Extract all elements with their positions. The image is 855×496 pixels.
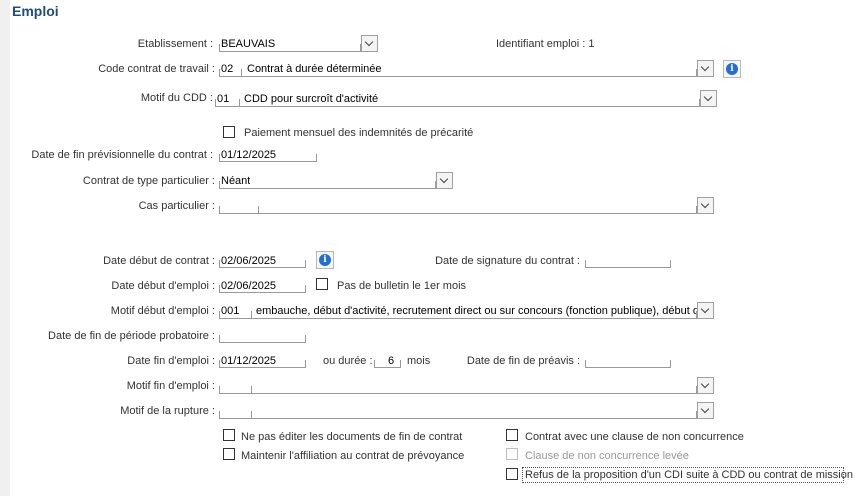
- refus-cdi-checkbox[interactable]: [506, 468, 518, 480]
- motif-cdd-label: Motif du CDD :: [140, 92, 213, 104]
- info-icon: i: [726, 63, 738, 75]
- duree-input[interactable]: 6: [374, 352, 402, 368]
- pas-de-bulletin-checkbox[interactable]: [316, 278, 328, 290]
- pas-de-bulletin-label: Pas de bulletin le 1er mois: [337, 280, 467, 292]
- motif-cdd-separator: [239, 99, 240, 107]
- code-contrat-underline: [219, 69, 697, 77]
- duree-underline: [374, 360, 401, 368]
- date-fin-preavis-input[interactable]: [585, 352, 672, 368]
- date-signature-underline: [585, 260, 671, 268]
- code-contrat-info-button[interactable]: i: [723, 60, 741, 78]
- code-contrat-select[interactable]: 02 Contrat à durée déterminée: [219, 60, 716, 78]
- motif-fin-emploi-separator: [251, 386, 252, 394]
- date-signature-input[interactable]: [585, 252, 672, 268]
- cas-particulier-label: Cas particulier :: [138, 200, 215, 212]
- date-fin-preavis-label: Date de fin de préavis :: [466, 355, 580, 367]
- motif-debut-emploi-underline: [219, 311, 697, 319]
- date-fin-emploi-input[interactable]: 01/12/2025: [219, 352, 307, 368]
- etablissement-underline: [219, 44, 361, 52]
- date-debut-emploi-input[interactable]: 02/06/2025: [219, 277, 307, 293]
- maintenir-affiliation-label: Maintenir l'affiliation au contrat de pr…: [241, 450, 465, 462]
- cas-particulier-dropdown-button[interactable]: [697, 197, 714, 214]
- code-contrat-label: Code contrat de travail :: [98, 63, 215, 75]
- motif-rupture-underline: [219, 411, 697, 419]
- date-fin-previsionnelle-underline: [219, 154, 317, 162]
- motif-cdd-select[interactable]: 01 CDD pour surcroît d'activité: [215, 90, 718, 108]
- code-contrat-separator: [241, 69, 242, 77]
- clause-levee-checkbox[interactable]: [506, 448, 518, 460]
- contrat-type-particulier-label: Contrat de type particulier :: [82, 175, 215, 187]
- motif-debut-emploi-dropdown-button[interactable]: [697, 302, 714, 319]
- date-debut-emploi-label: Date début d'emploi :: [111, 280, 215, 292]
- date-signature-label: Date de signature du contrat :: [435, 255, 580, 267]
- date-fin-emploi-underline: [219, 360, 306, 368]
- motif-cdd-underline: [215, 99, 700, 107]
- date-fin-periode-probatoire-underline: [219, 335, 306, 343]
- date-fin-previsionnelle-input[interactable]: 01/12/2025: [219, 146, 318, 162]
- motif-debut-emploi-label: Motif début d'emploi :: [110, 305, 215, 317]
- identifiant-emploi: Identifiant emploi : 1: [496, 38, 595, 50]
- motif-rupture-separator: [251, 411, 252, 419]
- contrat-type-particulier-dropdown-button[interactable]: [436, 172, 453, 189]
- code-contrat-dropdown-button[interactable]: [697, 60, 714, 77]
- paiement-mensuel-checkbox[interactable]: [223, 126, 235, 138]
- motif-fin-emploi-label: Motif fin d'emploi :: [126, 380, 215, 392]
- date-debut-contrat-label: Date début de contrat :: [103, 255, 215, 267]
- motif-rupture-select[interactable]: [219, 402, 716, 420]
- date-debut-emploi-underline: [219, 285, 306, 293]
- date-fin-periode-probatoire-input[interactable]: [219, 327, 307, 343]
- clause-non-concurrence-label: Contrat avec une clause de non concurren…: [525, 431, 744, 443]
- etablissement-select[interactable]: BEAUVAIS: [219, 35, 381, 53]
- ou-duree-label: ou durée :: [323, 355, 373, 367]
- clause-levee-label: Clause de non concurrence levée: [525, 450, 689, 462]
- date-fin-preavis-underline: [585, 360, 671, 368]
- paiement-mensuel-label: Paiement mensuel des indemnités de préca…: [244, 127, 474, 139]
- date-fin-periode-probatoire-label: Date de fin de période probatoire :: [48, 330, 215, 342]
- etablissement-dropdown-button[interactable]: [361, 35, 378, 52]
- ne-pas-editer-label: Ne pas éditer les documents de fin de co…: [241, 431, 463, 443]
- date-debut-contrat-input[interactable]: 02/06/2025: [219, 252, 307, 268]
- motif-rupture-dropdown-button[interactable]: [697, 402, 714, 419]
- mois-label: mois: [407, 355, 431, 367]
- cas-particulier-underline: [219, 206, 697, 214]
- contrat-type-particulier-underline: [219, 181, 436, 189]
- info-icon: i: [319, 254, 331, 266]
- motif-fin-emploi-dropdown-button[interactable]: [697, 377, 714, 394]
- date-debut-contrat-underline: [219, 260, 306, 268]
- motif-fin-emploi-underline: [219, 386, 697, 394]
- window-left-border: [0, 0, 10, 496]
- date-fin-emploi-label: Date fin d'emploi :: [127, 355, 215, 367]
- motif-rupture-label: Motif de la rupture :: [120, 405, 215, 417]
- refus-cdi-label: Refus de la proposition d'un CDI suite à…: [525, 469, 853, 481]
- motif-debut-emploi-separator: [251, 311, 252, 319]
- clause-non-concurrence-checkbox[interactable]: [506, 429, 518, 441]
- etablissement-label: Etablissement :: [137, 38, 213, 50]
- motif-fin-emploi-select[interactable]: [219, 377, 716, 395]
- cas-particulier-separator: [258, 206, 259, 214]
- section-title: Emploi: [12, 3, 59, 19]
- ne-pas-editer-checkbox[interactable]: [223, 429, 235, 441]
- cas-particulier-select[interactable]: [219, 197, 716, 215]
- contrat-type-particulier-select[interactable]: Néant: [219, 172, 455, 190]
- maintenir-affiliation-checkbox[interactable]: [223, 448, 235, 460]
- date-debut-contrat-info-button[interactable]: i: [316, 251, 334, 269]
- motif-cdd-dropdown-button[interactable]: [700, 90, 717, 107]
- date-fin-previsionnelle-label: Date de fin prévisionnelle du contrat :: [31, 149, 213, 161]
- motif-debut-emploi-select[interactable]: 001 embauche, début d'activité, recrutem…: [219, 302, 716, 320]
